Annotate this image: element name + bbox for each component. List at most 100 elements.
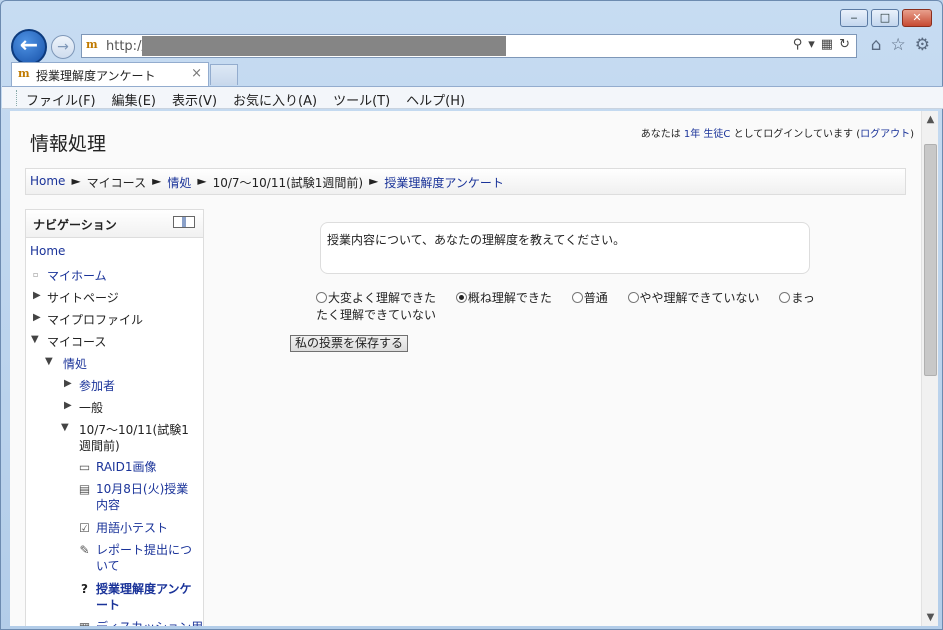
- vertical-scrollbar[interactable]: ▲ ▼: [921, 111, 938, 626]
- radio-button[interactable]: [779, 292, 791, 303]
- radio-button[interactable]: [316, 292, 327, 303]
- window-controls: ‒ □ ✕: [840, 9, 932, 27]
- minimize-button[interactable]: ‒: [840, 9, 868, 27]
- nav-survey-current[interactable]: 授業理解度アンケ: [96, 580, 192, 597]
- nav-my-home[interactable]: マイホーム: [47, 267, 107, 284]
- nav-week[interactable]: 10/7～10/11(試験1: [79, 421, 189, 438]
- expand-arrow-icon[interactable]: ▶: [64, 400, 72, 411]
- navigation-header: ナビゲーション: [26, 210, 203, 238]
- nav-home[interactable]: Home: [30, 244, 65, 258]
- radio-button-selected[interactable]: [455, 292, 467, 303]
- menu-edit[interactable]: 編集(E): [112, 87, 164, 109]
- nav-participants[interactable]: 参加者: [79, 377, 115, 394]
- image-resource-icon: ▭: [78, 460, 91, 474]
- maximize-button[interactable]: □: [871, 9, 899, 27]
- menu-view[interactable]: 表示(V): [172, 87, 225, 109]
- nav-oct8-class-line2[interactable]: 内容: [96, 496, 120, 513]
- page-viewport: 情報処理 あなたは 1年 生徒C としてログインしています (ログアウト) Ho…: [10, 111, 921, 626]
- browser-window: ‒ □ ✕ ← → m http:// ⚲ ▾ ▦ ↻ ⌂ ☆ ⚙ m 授業理解…: [0, 0, 943, 630]
- nav-my-courses[interactable]: マイコース: [47, 333, 106, 350]
- close-window-button[interactable]: ✕: [902, 9, 932, 27]
- back-button[interactable]: ←: [11, 29, 47, 65]
- radio-button[interactable]: [571, 292, 583, 303]
- collapse-arrow-icon[interactable]: ▼: [31, 334, 39, 345]
- poll-option-label: 概ね理解できた: [467, 291, 552, 305]
- forward-button[interactable]: →: [51, 35, 75, 59]
- menu-favorites[interactable]: お気に入り(A): [233, 87, 325, 109]
- poll-option-label: 大変よく理解できた: [328, 291, 437, 305]
- nav-oct8-class[interactable]: 10月8日(火)授業: [96, 480, 188, 497]
- scroll-thumb[interactable]: [924, 144, 937, 376]
- collapse-arrow-icon[interactable]: ▼: [61, 422, 69, 433]
- radio-button[interactable]: [627, 292, 639, 303]
- scroll-up-icon[interactable]: ▲: [922, 111, 939, 128]
- nav-survey-current-line2[interactable]: ート: [96, 596, 120, 613]
- breadcrumb-my-courses: マイコース: [86, 176, 147, 190]
- redacted-url: [142, 36, 506, 56]
- user-link[interactable]: 1年 生徒C: [684, 129, 731, 140]
- search-icon[interactable]: ⚲: [793, 37, 803, 52]
- poll-question-text: 授業内容について、あなたの理解度を教えてください。: [327, 233, 626, 247]
- minimize-icon: ‒: [850, 11, 858, 24]
- poll-option[interactable]: やや理解できていない: [627, 291, 760, 305]
- menu-bar: ファイル(F) 編集(E) 表示(V) お気に入り(A) ツール(T) ヘルプ(…: [2, 86, 943, 109]
- nav-site-pages[interactable]: サイトページ: [47, 289, 119, 306]
- login-info: あなたは 1年 生徒C としてログインしています (ログアウト): [641, 125, 914, 140]
- login-suffix: ): [910, 129, 914, 140]
- save-vote-button[interactable]: 私の投票を保存する: [290, 335, 409, 352]
- expand-arrow-icon[interactable]: ▶: [33, 312, 41, 323]
- address-text: http://: [106, 39, 146, 54]
- refresh-icon[interactable]: ↻: [839, 37, 850, 52]
- breadcrumb-survey[interactable]: 授業理解度アンケート: [384, 174, 504, 194]
- scroll-down-icon[interactable]: ▼: [922, 609, 939, 626]
- nav-course[interactable]: 情処: [63, 355, 87, 372]
- menu-tools[interactable]: ツール(T): [333, 87, 398, 109]
- tab-active[interactable]: m 授業理解度アンケート ×: [11, 62, 209, 86]
- forward-arrow-icon: →: [57, 39, 69, 55]
- poll-option[interactable]: 大変よく理解できた: [316, 291, 436, 305]
- nav-discussion[interactable]: ディスカッション用: [96, 618, 203, 626]
- choice-icon: ?: [81, 582, 88, 596]
- navigation-block: ナビゲーション Home ▫ マイホーム ▶ サイトページ ▶ マイプロファイル…: [25, 209, 204, 626]
- breadcrumb-separator: ►: [369, 174, 379, 188]
- settings-gear-icon[interactable]: ⚙: [915, 35, 930, 55]
- breadcrumb-home[interactable]: Home: [30, 174, 65, 194]
- home-icon[interactable]: ⌂: [871, 35, 882, 55]
- breadcrumb-separator: ►: [197, 174, 207, 188]
- favorites-star-icon[interactable]: ☆: [891, 35, 906, 55]
- address-bar[interactable]: m http:// ⚲ ▾ ▦ ↻: [81, 34, 857, 58]
- new-tab-button[interactable]: [210, 64, 238, 85]
- compat-view-icon[interactable]: ▦: [821, 37, 833, 52]
- tab-close-icon[interactable]: ×: [191, 66, 202, 81]
- collapse-arrow-icon[interactable]: ▼: [45, 356, 53, 367]
- menu-file[interactable]: ファイル(F): [26, 87, 104, 109]
- logout-link[interactable]: ログアウト: [860, 129, 910, 140]
- tab-title: 授業理解度アンケート: [36, 69, 156, 83]
- nav-raid-image[interactable]: RAID1画像: [96, 458, 156, 475]
- bullet-icon: ▫: [33, 270, 39, 279]
- dropdown-icon[interactable]: ▾: [808, 37, 815, 52]
- breadcrumb-separator: ►: [152, 174, 162, 188]
- nav-week-line2[interactable]: 週間前): [79, 437, 120, 454]
- dock-block-icon[interactable]: [173, 216, 195, 228]
- nav-quiz[interactable]: 用語小テスト: [96, 519, 168, 536]
- poll-option[interactable]: 普通: [571, 291, 608, 305]
- nav-report[interactable]: レポート提出につ: [96, 541, 192, 558]
- nav-my-profile[interactable]: マイプロファイル: [47, 311, 143, 328]
- expand-arrow-icon[interactable]: ▶: [33, 290, 41, 301]
- login-middle: としてログインしています (: [733, 129, 861, 140]
- breadcrumb-course[interactable]: 情処: [167, 174, 191, 194]
- poll-option[interactable]: 概ね理解できた: [455, 291, 552, 305]
- nav-general[interactable]: 一般: [79, 399, 103, 416]
- nav-report-line2[interactable]: いて: [96, 557, 120, 574]
- login-prefix: あなたは: [640, 129, 681, 140]
- poll-option-label: やや理解できていない: [639, 291, 760, 305]
- maximize-icon: □: [879, 11, 891, 24]
- breadcrumb-week: 10/7～10/11(試験1週間前): [212, 176, 364, 190]
- menu-help[interactable]: ヘルプ(H): [406, 87, 473, 109]
- tab-favicon-icon: m: [18, 67, 30, 80]
- poll-option-label: 普通: [583, 291, 608, 305]
- breadcrumb-separator: ►: [71, 174, 81, 188]
- expand-arrow-icon[interactable]: ▶: [64, 378, 72, 389]
- browser-toolbar-icons: ⌂ ☆ ⚙: [871, 35, 930, 55]
